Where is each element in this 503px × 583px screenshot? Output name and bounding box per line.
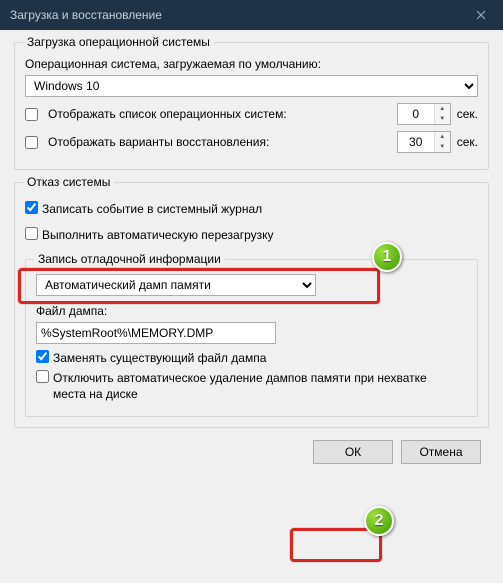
startup-group: Загрузка операционной системы Операционн… (14, 42, 489, 170)
show-recovery-checkbox[interactable] (25, 136, 38, 149)
startup-group-title: Загрузка операционной системы (23, 35, 214, 49)
auto-restart-checkbox[interactable] (25, 227, 38, 240)
os-list-seconds-spinner[interactable]: ▲ ▼ (397, 103, 451, 125)
window-title: Загрузка и восстановление (10, 8, 162, 22)
dump-file-label: Файл дампа: (36, 304, 467, 318)
disable-auto-delete-label: Отключить автоматическое удаление дампов… (53, 370, 433, 402)
os-list-seconds-input[interactable] (398, 104, 434, 124)
dump-type-select[interactable]: Автоматический дамп памяти (36, 274, 316, 296)
annotation-marker-2: 2 (364, 506, 394, 536)
recovery-seconds-spinner[interactable]: ▲ ▼ (397, 131, 451, 153)
default-os-select[interactable]: Windows 10 (25, 75, 478, 97)
annotation-highlight-2 (290, 528, 382, 562)
close-button[interactable] (458, 0, 503, 30)
default-os-label: Операционная система, загружаемая по умо… (25, 57, 478, 71)
titlebar: Загрузка и восстановление (0, 0, 503, 30)
show-os-list-label: Отображать список операционных систем: (48, 107, 287, 121)
spinner-up-icon[interactable]: ▲ (435, 104, 450, 114)
disable-auto-delete-checkbox[interactable] (36, 370, 49, 383)
spinner-up-icon[interactable]: ▲ (435, 132, 450, 142)
seconds-unit-1: сек. (457, 107, 478, 121)
spinner-down-icon[interactable]: ▼ (435, 142, 450, 152)
show-os-list-checkbox[interactable] (25, 108, 38, 121)
dialog-content: Загрузка операционной системы Операционн… (0, 30, 503, 583)
recovery-seconds-input[interactable] (398, 132, 434, 152)
auto-restart-label: Выполнить автоматическую перезагрузку (42, 227, 274, 243)
ok-button[interactable]: ОК (313, 440, 393, 464)
close-icon (476, 10, 486, 20)
spinner-down-icon[interactable]: ▼ (435, 114, 450, 124)
button-row: ОК Отмена (14, 440, 489, 464)
overwrite-dump-checkbox[interactable] (36, 350, 49, 363)
debug-info-group: Запись отладочной информации Автоматичес… (25, 259, 478, 417)
cancel-button[interactable]: Отмена (401, 440, 481, 464)
failure-group: Отказ системы Записать событие в системн… (14, 182, 489, 428)
seconds-unit-2: сек. (457, 135, 478, 149)
overwrite-dump-label: Заменять существующий файл дампа (53, 350, 266, 366)
debug-info-group-title: Запись отладочной информации (34, 252, 225, 266)
failure-group-title: Отказ системы (23, 175, 114, 189)
write-event-checkbox[interactable] (25, 201, 38, 214)
show-recovery-label: Отображать варианты восстановления: (48, 135, 269, 149)
dump-file-input[interactable] (36, 322, 276, 344)
write-event-label: Записать событие в системный журнал (42, 201, 262, 217)
